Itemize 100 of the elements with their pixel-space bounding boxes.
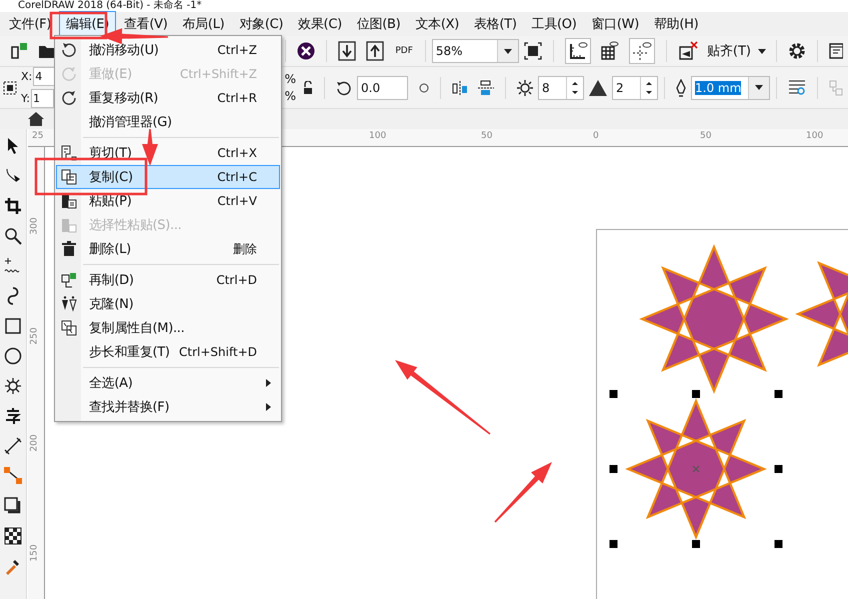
bounding-box-icon[interactable] — [2, 80, 18, 96]
submenu-arrow-icon — [266, 379, 271, 387]
shape-tool-icon[interactable] — [4, 167, 22, 185]
polygon-tool-icon[interactable] — [4, 377, 22, 395]
caret-icon[interactable] — [755, 85, 763, 90]
snap-off-icon[interactable] — [678, 41, 698, 61]
crop-tool-icon[interactable] — [4, 197, 22, 215]
transparency-icon[interactable] — [4, 527, 22, 545]
home-icon[interactable] — [28, 112, 44, 126]
pen-icon[interactable] — [676, 78, 686, 96]
clone-icon — [61, 296, 77, 312]
sharpness-icon[interactable] — [589, 80, 607, 96]
menu-item[interactable]: 表格(T) — [467, 11, 524, 37]
guidelines-icon[interactable] — [628, 38, 655, 64]
dimension-tool-icon[interactable] — [4, 437, 22, 455]
ruler-label: 150 — [30, 544, 40, 562]
ruler-label: 200 — [30, 434, 40, 452]
menu-item[interactable]: 窗口(W) — [584, 11, 646, 37]
undo-icon — [61, 42, 77, 58]
mirror-vertical-icon[interactable] — [478, 80, 494, 96]
menu-item[interactable]: 文本(X) — [408, 11, 466, 37]
cut-icon — [61, 145, 77, 161]
menu-item[interactable]: 重复移动(R) Ctrl+R — [56, 86, 280, 110]
redo-icon — [61, 90, 77, 106]
ruler-label: 100 — [806, 131, 824, 141]
caret-icon[interactable] — [504, 48, 512, 54]
text-wrap-icon[interactable] — [788, 78, 806, 96]
ruler-label: 50 — [700, 131, 712, 141]
rulers-icon[interactable] — [564, 38, 591, 64]
folder-icon[interactable] — [38, 43, 56, 59]
menu-item[interactable]: 撤消管理器(G) — [56, 110, 280, 134]
menu-item[interactable]: 粘贴(P) Ctrl+V — [56, 189, 280, 213]
star-points-icon[interactable] — [517, 80, 533, 96]
ruler-label: 250 — [30, 327, 40, 345]
copy-icon — [61, 169, 77, 185]
rotate-icon[interactable] — [336, 80, 352, 96]
paste-special-icon — [61, 217, 77, 233]
menu-item[interactable]: 复制(C) Ctrl+C — [56, 165, 280, 189]
menu-item[interactable]: 查看(V) — [116, 11, 175, 37]
menu-item[interactable]: 剪切(T) Ctrl+X — [56, 141, 280, 165]
star-shape[interactable] — [625, 398, 767, 540]
menu-item[interactable]: 查找并替换(F) — [56, 395, 280, 419]
annotation-arrow — [100, 28, 168, 44]
menu-item[interactable]: 对象(C) — [232, 11, 290, 37]
text-tool-icon[interactable] — [4, 407, 22, 425]
menu-item[interactable]: 再制(D) Ctrl+D — [56, 268, 280, 292]
ruler-label: 50 — [481, 131, 492, 141]
snap-dropdown[interactable]: 贴齐(T) — [706, 42, 766, 60]
menu-item[interactable]: 全选(A) — [56, 371, 280, 395]
zoom-tool-icon[interactable] — [4, 227, 22, 245]
y-field[interactable]: 1 — [30, 89, 54, 108]
ruler-label: 300 — [30, 217, 40, 235]
menu-item[interactable]: 文件(F) — [2, 11, 58, 37]
star-shape[interactable] — [639, 244, 789, 394]
selection-handles[interactable] — [610, 390, 782, 548]
menu-item[interactable]: 帮助(H) — [647, 11, 706, 37]
trash-icon — [61, 241, 77, 257]
redo-icon — [61, 66, 77, 82]
paste-icon — [61, 193, 77, 209]
menu-item[interactable]: 删除(L) 删除 — [56, 237, 280, 261]
ruler-label: 25 — [32, 131, 44, 141]
export-icon[interactable] — [366, 41, 384, 61]
mirror-horizontal-icon[interactable] — [452, 80, 468, 94]
rotation-field[interactable]: 0.0 — [357, 76, 408, 100]
annotation-arrow — [142, 129, 158, 166]
percent-label: % — [284, 72, 296, 86]
menu-item[interactable]: 布局(L) — [176, 11, 232, 37]
menu-item[interactable]: 复制属性自(M)... — [56, 316, 280, 340]
lock-icon[interactable] — [303, 80, 313, 94]
menu-item[interactable]: 工具(O) — [524, 11, 584, 37]
x-label: X: — [21, 70, 32, 83]
pdf-button[interactable]: PDF — [395, 46, 413, 56]
freehand-tool-icon[interactable] — [4, 257, 22, 275]
grid-icon[interactable] — [600, 41, 619, 61]
outline-width-dropdown[interactable]: 1.0 mm — [691, 76, 770, 100]
connector-tool-icon[interactable] — [4, 467, 22, 485]
ellipse-tool-icon[interactable] — [4, 347, 22, 365]
duplicate-icon — [61, 272, 77, 288]
menu-item[interactable]: 步长和重复(T) Ctrl+Shift+D — [56, 340, 280, 364]
eyedropper-icon[interactable] — [4, 557, 22, 575]
menu-item[interactable]: 效果(C) — [291, 11, 349, 37]
circle-icon[interactable] — [419, 82, 429, 92]
menu-item[interactable]: 克隆(N) — [56, 292, 280, 316]
annotation-box — [50, 12, 108, 40]
menu-item[interactable]: 位图(B) — [350, 11, 408, 37]
zoom-dropdown[interactable]: 58% — [432, 39, 519, 63]
menu-item[interactable]: 撤消移动(U) Ctrl+Z — [56, 38, 280, 62]
drop-shadow-icon[interactable] — [4, 497, 22, 515]
ruler-label: 100 — [369, 131, 386, 141]
rectangle-tool-icon[interactable] — [4, 317, 22, 335]
ruler-label: 0 — [593, 131, 599, 141]
caret-icon[interactable] — [758, 48, 766, 54]
x-field[interactable]: 4 — [33, 67, 56, 86]
y-label: Y: — [21, 92, 30, 105]
full-screen-icon[interactable] — [524, 42, 542, 60]
launcher-icon[interactable] — [297, 42, 316, 60]
window-icon[interactable] — [829, 43, 843, 59]
import-icon[interactable] — [338, 41, 356, 61]
settings-icon[interactable] — [788, 42, 806, 60]
new-document-icon[interactable] — [10, 42, 28, 60]
